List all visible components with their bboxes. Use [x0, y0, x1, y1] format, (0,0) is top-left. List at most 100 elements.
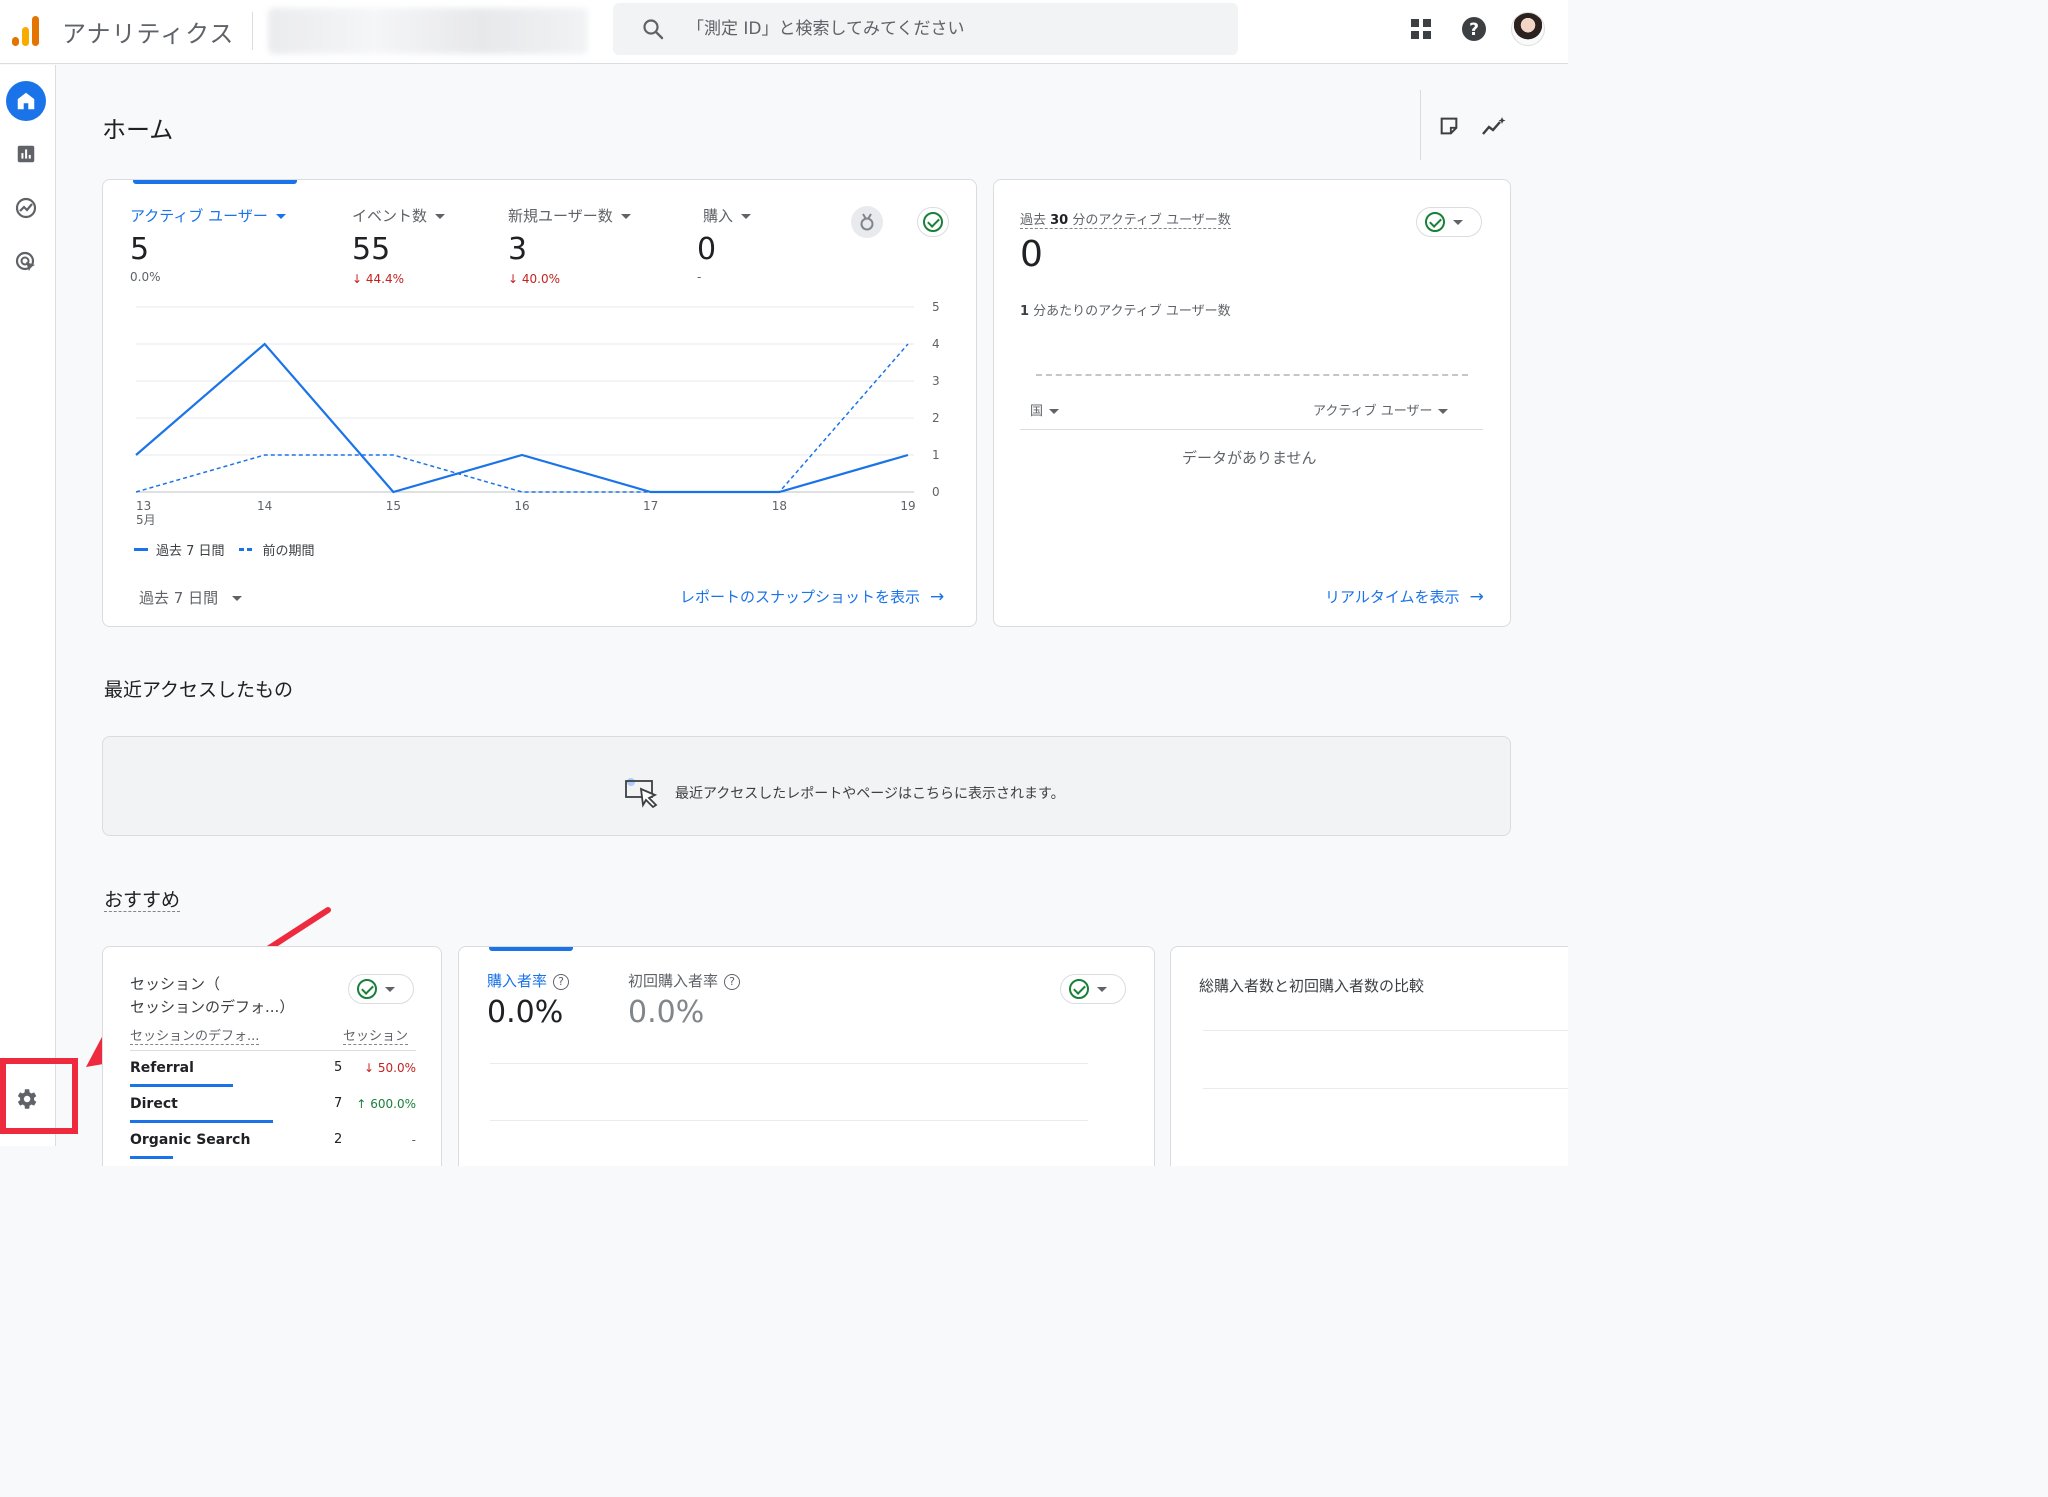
- realtime-title-prefix: 過去: [1020, 213, 1051, 228]
- row-channel-name: Direct: [130, 1096, 178, 1112]
- metric-tab-active-users[interactable]: アクティブ ユーザー: [130, 205, 286, 226]
- no-data-text: データがありません: [1182, 449, 1317, 467]
- table-row[interactable]: Direct 7 ↑ 600.0%: [130, 1088, 416, 1123]
- users-column-header[interactable]: アクティブ ユーザー: [1313, 400, 1449, 419]
- table-row[interactable]: Referral 5 ↓ 50.0%: [130, 1052, 416, 1087]
- x-tick-label: 19: [900, 499, 915, 513]
- nav-explore[interactable]: [6, 188, 46, 228]
- country-column-header[interactable]: 国: [1030, 400, 1060, 419]
- data-quality-chip[interactable]: [917, 207, 949, 237]
- compare-card-title: 総購入者数と初回購入者数の比較: [1199, 977, 1425, 995]
- row-session-count: 5: [334, 1060, 343, 1075]
- divider: [1420, 90, 1421, 160]
- help-icon[interactable]: ?: [553, 974, 570, 990]
- search-input[interactable]: [687, 15, 1207, 43]
- metric-tab-purchaser-rate[interactable]: 購入者率?: [487, 970, 570, 991]
- home-icon: [17, 92, 35, 110]
- first-purchaser-rate-value: 0.0%: [628, 995, 705, 1030]
- sessions-metric-header: セッション: [343, 1025, 409, 1045]
- y-tick-label: 1: [932, 448, 940, 462]
- metric-tab-purchases[interactable]: 購入: [703, 205, 752, 226]
- explore-icon: [15, 197, 37, 219]
- realtime-title: 過去 30 分のアクティブ ユーザー数: [1020, 209, 1231, 229]
- x-tick-label: 13: [136, 499, 151, 513]
- nav-advertising[interactable]: [6, 242, 46, 282]
- realtime-quality-chip[interactable]: [1416, 207, 1482, 237]
- page-title: ホーム: [102, 116, 174, 144]
- y-tick-label: 2: [932, 411, 940, 425]
- per-minute-label: 1 分あたりのアクティブ ユーザー数: [1020, 300, 1231, 319]
- gridline: [490, 1063, 1088, 1064]
- x-tick-sublabel: 5月: [136, 513, 156, 527]
- users-col-label: アクティブ ユーザー: [1313, 404, 1433, 419]
- recent-section-title: 最近アクセスしたもの: [104, 679, 294, 701]
- recent-items-panel: 最近アクセスしたレポートやページはこちらに表示されます。: [102, 736, 1511, 836]
- x-tick-label: 18: [772, 499, 787, 513]
- arrow-right-icon: →: [1469, 587, 1484, 607]
- metric-tab-first-time-purchaser-rate[interactable]: 初回購入者率?: [628, 970, 741, 991]
- medal-icon[interactable]: [851, 206, 883, 238]
- analytics-logo[interactable]: [10, 14, 42, 46]
- search-icon: [643, 19, 664, 40]
- per-minute-count: 1: [1020, 304, 1030, 319]
- sessions-card-title: セッション（ セッションのデフォ...）: [130, 973, 294, 1019]
- metric-tab-new-users[interactable]: 新規ユーザー数: [508, 205, 631, 226]
- nav-reports[interactable]: [6, 134, 46, 174]
- date-range-dropdown[interactable]: 過去 7 日間: [139, 587, 243, 608]
- metric-value: 0: [697, 232, 717, 267]
- row-share-bar: [130, 1084, 233, 1087]
- recommended-section-title: おすすめ: [104, 885, 181, 912]
- row-share-bar: [130, 1120, 273, 1123]
- row-share-bar: [130, 1156, 173, 1159]
- date-range-label: 過去 7 日間: [139, 589, 219, 607]
- metric-label: 購入: [703, 207, 734, 225]
- nav-home[interactable]: [6, 81, 46, 121]
- purchase-quality-chip[interactable]: [1060, 974, 1126, 1004]
- purchaser-rate-label: 購入者率: [487, 972, 548, 990]
- row-session-count: 7: [334, 1096, 343, 1111]
- x-tick-label: 16: [514, 499, 529, 513]
- check-circle-icon: [1425, 212, 1445, 232]
- metric-label: 新規ユーザー数: [508, 207, 613, 225]
- row-change: -: [411, 1133, 416, 1147]
- metric-value: 55: [352, 232, 391, 267]
- sessions-title-line2: セッションのデフォ...: [130, 998, 280, 1016]
- per-minute-sparkline: [1036, 374, 1468, 376]
- metric-label: イベント数: [352, 207, 428, 225]
- divider: [130, 1050, 416, 1051]
- annotation-highlight-box: [0, 1058, 78, 1134]
- help-icon[interactable]: ?: [1459, 14, 1489, 44]
- metric-value: 3: [508, 232, 528, 267]
- gridline: [1203, 1030, 1568, 1031]
- apps-grid-icon[interactable]: [1406, 14, 1436, 44]
- reports-icon: [17, 145, 35, 163]
- search-bar[interactable]: [613, 3, 1238, 55]
- check-circle-icon: [357, 979, 377, 999]
- row-session-count: 2: [334, 1132, 343, 1147]
- metric-value: 5: [130, 232, 150, 267]
- account-selector[interactable]: [268, 8, 588, 54]
- sessions-title-line1: セッション（: [130, 975, 221, 993]
- purchaser-rate-value: 0.0%: [487, 995, 564, 1030]
- realtime-value: 0: [1020, 234, 1043, 275]
- snapshot-link[interactable]: レポートのスナップショットを表示 →: [680, 586, 944, 607]
- metric-tab-events[interactable]: イベント数: [352, 205, 446, 226]
- insights-icon[interactable]: [1479, 111, 1509, 141]
- sessions-title-suffix: ）: [279, 998, 295, 1016]
- share-icon[interactable]: [1434, 111, 1464, 141]
- realtime-link[interactable]: リアルタイムを表示 →: [1325, 586, 1484, 607]
- avatar[interactable]: [1511, 12, 1545, 46]
- advertising-icon: [15, 251, 35, 271]
- x-tick-label: 17: [643, 499, 658, 513]
- help-icon[interactable]: ?: [724, 974, 741, 990]
- dim-header-label: セッションのデフォ...: [130, 1029, 260, 1045]
- left-nav: [0, 65, 56, 1146]
- recent-empty-message: 最近アクセスしたレポートやページはこちらに表示されます。: [623, 777, 1065, 809]
- cursor-icon: [625, 778, 658, 809]
- realtime-link-label: リアルタイムを表示: [1325, 588, 1460, 606]
- table-row[interactable]: Organic Search 2 -: [130, 1124, 416, 1159]
- metric-change: -: [697, 270, 702, 284]
- chart-legend: 過去 7 日間 前の期間: [134, 540, 315, 559]
- sessions-quality-chip[interactable]: [348, 974, 414, 1004]
- recent-message-text: 最近アクセスしたレポートやページはこちらに表示されます。: [675, 786, 1065, 802]
